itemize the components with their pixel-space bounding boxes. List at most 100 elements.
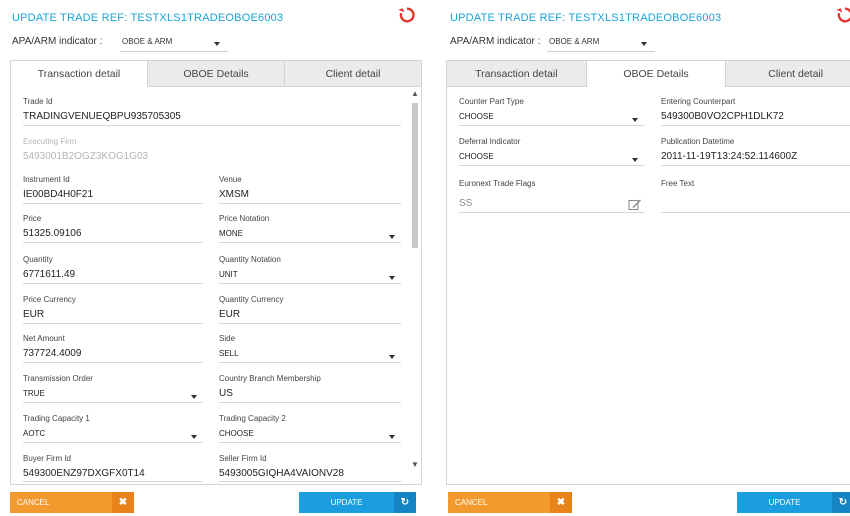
tab-oboe-details[interactable]: OBOE Details bbox=[586, 61, 727, 87]
price-notation-select[interactable]: MONE bbox=[219, 228, 401, 243]
deferral-indicator-select[interactable]: CHOOSE bbox=[459, 151, 644, 166]
close-icon: ✖ bbox=[550, 492, 572, 513]
page-title: UPDATE TRADE REF: TESTXLS1TRADEOBOE6003 bbox=[450, 12, 722, 24]
page-title: UPDATE TRADE REF: TESTXLS1TRADEOBOE6003 bbox=[12, 12, 284, 24]
euronext-trade-flags-label: Euronext Trade Flags bbox=[459, 179, 536, 188]
executing-firm-value: 5493001B2OGZ3KOG1G03 bbox=[23, 151, 149, 162]
country-branch-field: Country Branch Membership US bbox=[219, 374, 401, 403]
update-button[interactable]: UPDATE ↻ bbox=[299, 492, 416, 513]
cancel-button[interactable]: CANCEL ✖ bbox=[448, 492, 572, 513]
tab-transaction-detail[interactable]: Transaction detail bbox=[11, 61, 148, 87]
deferral-indicator-field: Deferral Indicator CHOOSE bbox=[459, 137, 644, 166]
quantity-currency-label: Quantity Currency bbox=[219, 295, 284, 304]
trade-id-input[interactable]: TRADINGVENUEQBPU935705305 bbox=[23, 111, 401, 126]
quantity-input[interactable]: 6771611.49 bbox=[23, 269, 203, 284]
caret-down-icon bbox=[389, 235, 395, 239]
close-icon: ✖ bbox=[112, 492, 134, 513]
price-field: Price 51325.09106 bbox=[23, 214, 203, 243]
quantity-currency-input[interactable]: EUR bbox=[219, 309, 401, 324]
price-label: Price bbox=[23, 214, 42, 223]
scroll-thumb[interactable] bbox=[412, 103, 418, 248]
euronext-trade-flags-field: Euronext Trade Flags SS bbox=[459, 179, 644, 213]
publication-datetime-label: Publication Datetime bbox=[661, 137, 735, 146]
counter-part-type-select[interactable]: CHOOSE bbox=[459, 111, 644, 126]
tab-client-detail[interactable]: Client detail bbox=[726, 61, 850, 87]
counter-part-type-value: CHOOSE bbox=[459, 112, 494, 121]
side-label: Side bbox=[219, 334, 236, 343]
publication-datetime-field: Publication Datetime 2011-11-19T13:24:52… bbox=[661, 137, 850, 166]
side-value: SELL bbox=[219, 349, 239, 358]
quantity-notation-field: Quantity Notation UNIT bbox=[219, 255, 401, 284]
transmission-order-value: TRUE bbox=[23, 389, 45, 398]
euronext-trade-flags-value: SS bbox=[459, 198, 473, 209]
transmission-order-label: Transmission Order bbox=[23, 374, 93, 383]
trading-capacity-2-label: Trading Capacity 2 bbox=[219, 414, 286, 423]
tab-transaction-detail[interactable]: Transaction detail bbox=[447, 61, 587, 87]
update-trade-panel-transaction: UPDATE TRADE REF: TESTXLS1TRADEOBOE6003 … bbox=[0, 0, 428, 516]
net-amount-input[interactable]: 737724.4009 bbox=[23, 348, 203, 363]
quantity-label: Quantity bbox=[23, 255, 53, 264]
refresh-icon[interactable] bbox=[836, 6, 850, 24]
cancel-button[interactable]: CANCEL ✖ bbox=[10, 492, 134, 513]
apa-arm-select[interactable]: OBOE & ARM bbox=[547, 36, 655, 52]
venue-input[interactable]: XMSM bbox=[219, 189, 401, 204]
caret-down-icon bbox=[214, 42, 220, 46]
quantity-currency-field: Quantity Currency EUR bbox=[219, 295, 401, 324]
price-input[interactable]: 51325.09106 bbox=[23, 228, 203, 243]
euronext-trade-flags-input[interactable]: SS bbox=[459, 198, 644, 213]
executing-firm-label: Executing Firm bbox=[23, 137, 77, 146]
price-currency-field: Price Currency EUR bbox=[23, 295, 203, 324]
refresh-icon: ↻ bbox=[394, 492, 416, 513]
executing-firm-field: Executing Firm 5493001B2OGZ3KOG1G03 bbox=[23, 137, 203, 166]
deferral-indicator-value: CHOOSE bbox=[459, 152, 494, 161]
free-text-input[interactable] bbox=[661, 198, 850, 213]
buyer-firm-id-field: Buyer Firm Id 549300ENZ97DXGFX0T14 bbox=[23, 454, 203, 482]
venue-label: Venue bbox=[219, 175, 242, 184]
refresh-icon: ↻ bbox=[832, 492, 850, 513]
quantity-notation-label: Quantity Notation bbox=[219, 255, 281, 264]
form-scrollbar[interactable]: ▲ ▼ bbox=[411, 89, 419, 469]
free-text-field: Free Text bbox=[661, 179, 850, 213]
instrument-id-input[interactable]: IE00BD4H0F21 bbox=[23, 189, 203, 204]
seller-firm-id-input[interactable]: 5493005GIQHA4VAIONV28 bbox=[219, 468, 401, 482]
price-notation-field: Price Notation MONE bbox=[219, 214, 401, 243]
tab-client-detail[interactable]: Client detail bbox=[285, 61, 421, 87]
apa-arm-label: APA/ARM indicator : bbox=[450, 36, 541, 47]
instrument-id-field: Instrument Id IE00BD4H0F21 bbox=[23, 175, 203, 204]
caret-down-icon bbox=[632, 158, 638, 162]
caret-down-icon bbox=[389, 276, 395, 280]
apa-arm-select[interactable]: OBOE & ARM bbox=[120, 36, 228, 52]
trading-capacity-1-field: Trading Capacity 1 AOTC bbox=[23, 414, 203, 443]
trade-form-card: Transaction detail OBOE Details Client d… bbox=[446, 60, 850, 485]
entering-counterpart-input[interactable]: 549300B0VO2CPH1DLK72 bbox=[661, 111, 850, 126]
publication-datetime-input[interactable]: 2011-11-19T13:24:52.114600Z bbox=[661, 151, 850, 166]
tab-oboe-details[interactable]: OBOE Details bbox=[148, 61, 285, 87]
chevron-up-icon[interactable]: ▲ bbox=[411, 89, 419, 98]
price-currency-input[interactable]: EUR bbox=[23, 309, 203, 324]
trading-capacity-1-select[interactable]: AOTC bbox=[23, 428, 203, 443]
cancel-button-label: CANCEL bbox=[455, 498, 488, 507]
trading-capacity-2-field: Trading Capacity 2 CHOOSE bbox=[219, 414, 401, 443]
seller-firm-id-label: Seller Firm Id bbox=[219, 454, 267, 463]
chevron-down-icon[interactable]: ▼ bbox=[411, 460, 419, 469]
trading-capacity-2-select[interactable]: CHOOSE bbox=[219, 428, 401, 443]
buyer-firm-id-input[interactable]: 549300ENZ97DXGFX0T14 bbox=[23, 468, 203, 482]
edit-icon[interactable] bbox=[628, 198, 642, 211]
counter-part-type-field: Counter Part Type CHOOSE bbox=[459, 97, 644, 126]
quantity-notation-select[interactable]: UNIT bbox=[219, 269, 401, 284]
caret-down-icon bbox=[389, 435, 395, 439]
trading-capacity-1-value: AOTC bbox=[23, 429, 46, 438]
transmission-order-select[interactable]: TRUE bbox=[23, 388, 203, 403]
side-select[interactable]: SELL bbox=[219, 348, 401, 363]
deferral-indicator-label: Deferral Indicator bbox=[459, 137, 521, 146]
tab-bar: Transaction detail OBOE Details Client d… bbox=[447, 61, 850, 87]
net-amount-label: Net Amount bbox=[23, 334, 65, 343]
refresh-icon[interactable] bbox=[398, 6, 416, 24]
update-button-label: UPDATE bbox=[330, 498, 363, 507]
caret-down-icon bbox=[191, 435, 197, 439]
seller-firm-id-field: Seller Firm Id 5493005GIQHA4VAIONV28 bbox=[219, 454, 401, 482]
country-branch-input[interactable]: US bbox=[219, 388, 401, 403]
trade-id-label: Trade Id bbox=[23, 97, 53, 106]
update-button[interactable]: UPDATE ↻ bbox=[737, 492, 850, 513]
tab-bar: Transaction detail OBOE Details Client d… bbox=[11, 61, 421, 87]
